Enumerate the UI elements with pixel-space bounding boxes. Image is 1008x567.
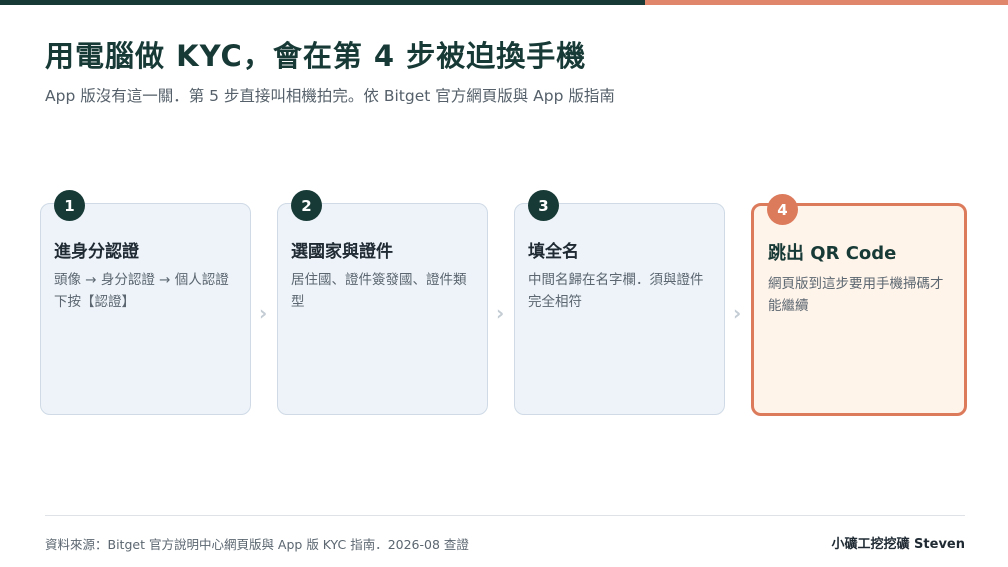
- step-description: 居住國、證件簽發國、證件類型: [291, 272, 467, 310]
- top-accent-bar-dark: [0, 0, 645, 5]
- step-title: 進身分認證: [54, 242, 139, 262]
- step-card-2: 2 選國家與證件 居住國、證件簽發國、證件類型: [277, 190, 488, 415]
- top-accent-bar-orange: [645, 0, 1008, 5]
- step-description: 網頁版到這步要用手機掃碼才能繼續: [768, 276, 944, 314]
- page-subtitle: App 版沒有這一關．第 5 步直接叫相機拍完。依 Bitget 官方網頁版與 …: [45, 87, 615, 105]
- step-number-badge: 2: [291, 190, 322, 221]
- footer-divider: [45, 515, 965, 516]
- step-card-3: 3 填全名 中間名歸在名字欄．須與證件完全相符: [514, 190, 725, 415]
- step-number-badge: 4: [767, 194, 798, 225]
- footer-source-note: 資料來源：Bitget 官方說明中心網頁版與 App 版 KYC 指南．2026…: [45, 537, 469, 552]
- chevron-right-icon: ›: [259, 301, 268, 325]
- step-title: 填全名: [528, 242, 579, 262]
- footer-author: 小礦工挖挖礦 Steven: [831, 537, 965, 552]
- page-title: 用電腦做 KYC，會在第 4 步被迫換手機: [45, 39, 587, 73]
- step-number-badge: 1: [54, 190, 85, 221]
- step-title: 跳出 QR Code: [768, 243, 897, 264]
- chevron-right-icon: ›: [496, 301, 505, 325]
- step-card-4-highlighted: 4 跳出 QR Code 網頁版到這步要用手機掃碼才能繼續: [751, 194, 967, 416]
- step-card-1: 1 進身分認證 頭像 → 身分認證 → 個人認證下按【認證】: [40, 190, 251, 415]
- step-description: 頭像 → 身分認證 → 個人認證下按【認證】: [54, 272, 229, 310]
- step-description: 中間名歸在名字欄．須與證件完全相符: [528, 272, 704, 310]
- step-number-badge: 3: [528, 190, 559, 221]
- chevron-right-icon: ›: [733, 301, 742, 325]
- step-title: 選國家與證件: [291, 242, 393, 262]
